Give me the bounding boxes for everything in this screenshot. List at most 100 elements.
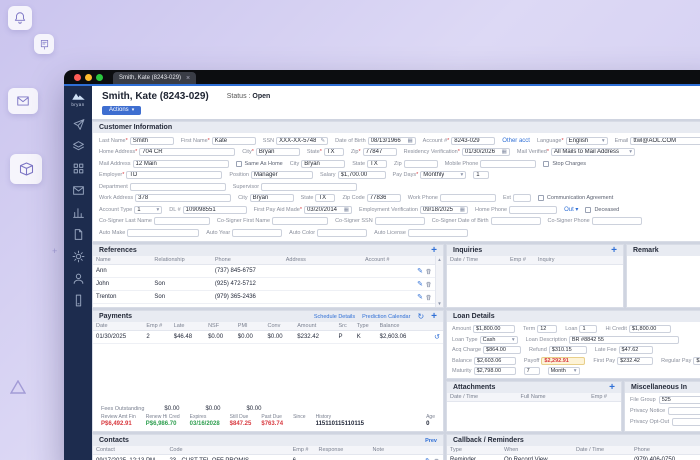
delete-icon[interactable] <box>425 268 432 275</box>
field-input-ext[interactable] <box>512 194 531 202</box>
field-input-co-signer-last-name[interactable] <box>153 217 210 225</box>
add-reference-button[interactable]: + <box>431 245 437 255</box>
chart-icon[interactable] <box>72 206 85 219</box>
field-input-pay-days[interactable]: Monthly ▾ <box>420 171 467 179</box>
field-input-account-type[interactable]: 1 ▾ <box>134 205 163 214</box>
field-input-employer[interactable]: TD <box>126 171 223 179</box>
field-input-auto-year[interactable] <box>232 228 283 237</box>
table-row[interactable]: Trenton Son (979) 365-2436 ✎ <box>93 290 435 304</box>
caret-icon[interactable]: ▾ <box>602 138 605 144</box>
field-input-co-signer-ssn[interactable] <box>374 217 425 225</box>
schedule-details-link[interactable]: Schedule Details <box>314 314 355 320</box>
loan-field-value-balance[interactable]: $2,603.06 <box>473 356 516 365</box>
table-row[interactable]: 09/17/2025, 12:13 PM23 - CUST TEL OFF PR… <box>93 454 443 460</box>
field-input-zip-code[interactable]: 77836 <box>366 194 401 202</box>
misc-field-value[interactable]: 525 <box>658 396 700 404</box>
caret-icon[interactable]: ▾ <box>460 172 463 178</box>
field-input-first-name[interactable]: Kate <box>211 136 256 145</box>
field-input-mail-address[interactable]: 12 Main <box>132 159 229 168</box>
field-input-city[interactable]: Bryan <box>255 148 300 156</box>
calendar-icon[interactable]: ▦ <box>344 207 349 213</box>
field-input-auto-color[interactable] <box>317 228 368 237</box>
checkbox-deceased[interactable]: Deceased <box>585 206 619 213</box>
field-input-home-address[interactable]: 704 CR <box>139 148 236 156</box>
field-input-co-signer-first-name[interactable] <box>272 217 329 225</box>
add-payment-button[interactable]: + <box>431 311 437 321</box>
tab-close-icon[interactable]: × <box>186 75 190 82</box>
field-input-position[interactable]: Manager <box>250 171 313 179</box>
field-input-salary[interactable]: $1,700.00 <box>337 171 386 179</box>
field-input-department[interactable] <box>129 182 226 191</box>
scroll-up-icon[interactable]: ▲ <box>437 257 441 262</box>
user-icon[interactable] <box>72 272 85 285</box>
loan-field-value-7[interactable]: 7 <box>523 367 540 375</box>
loan-field-value-acq-charge[interactable]: $864.00 <box>483 346 522 354</box>
field-input-city[interactable]: Bryan <box>249 194 294 202</box>
field-input-auto-license[interactable] <box>407 228 468 237</box>
caret-icon[interactable]: ▾ <box>156 207 159 213</box>
checkbox-stop-charges[interactable]: Stop Charges <box>543 160 586 167</box>
send-icon[interactable] <box>72 118 85 131</box>
field-input-ssn[interactable]: XXX-XX-5748 ✎ <box>276 136 329 145</box>
loan-field-value-first-pay[interactable]: $232.42 <box>617 356 654 365</box>
mobile-icon[interactable] <box>72 294 85 307</box>
field-input-mail-verified[interactable]: All Mails to Mail Address ▾ <box>550 148 635 156</box>
document-icon[interactable] <box>72 228 85 241</box>
field-input-date-of-birth[interactable]: 08/13/1966 ▦ <box>367 136 416 145</box>
link-other-acct[interactable]: Other acct <box>502 138 530 144</box>
prediction-calendar-link[interactable]: Prediction Calendar <box>362 314 410 320</box>
field-input-zip[interactable]: 77847 <box>362 148 397 156</box>
edit-icon[interactable]: ✎ <box>417 268 423 275</box>
field-input-work-phone[interactable] <box>439 194 496 202</box>
field-input-account[interactable]: 8243-029 <box>451 136 496 145</box>
field-input-mobile-phone[interactable] <box>480 159 537 168</box>
caret-icon[interactable]: ▾ <box>512 337 515 343</box>
checkbox-communication-agreement[interactable]: Communication Agreement <box>537 195 613 201</box>
field-input-state[interactable]: TX <box>315 194 336 202</box>
minimize-window-button[interactable] <box>85 73 92 81</box>
field-input-language[interactable]: English ▾ <box>565 136 608 145</box>
actions-button[interactable]: Actions ▾ <box>102 105 142 115</box>
caret-icon[interactable]: ▾ <box>629 149 632 155</box>
field-input-supervisor[interactable] <box>261 182 358 191</box>
edit-icon[interactable]: ✎ <box>417 294 423 301</box>
delete-icon[interactable] <box>425 281 432 288</box>
caret-icon[interactable]: ▾ <box>574 368 577 374</box>
loan-field-value-hi-credit[interactable]: $1,800.00 <box>628 325 671 333</box>
field-input-dl[interactable]: 109098551 <box>182 205 247 214</box>
field-input-email[interactable]: ttwl@AOL.COM <box>630 136 700 145</box>
field-input-auto-make[interactable] <box>127 228 200 237</box>
field-input-city[interactable]: Bryan <box>301 159 346 168</box>
edit-icon[interactable]: ✎ <box>417 281 423 288</box>
field-input-work-address[interactable]: 378 <box>135 194 232 202</box>
prev-link[interactable]: Prev <box>425 438 437 444</box>
delete-icon[interactable] <box>425 294 432 301</box>
scrollbar[interactable]: ▲ ▼ <box>435 256 443 307</box>
field-input-home-phone[interactable] <box>509 205 558 214</box>
table-row[interactable]: Ann (737) 845-6757 ✎ <box>93 264 435 278</box>
loan-field-value-loan-type[interactable]: Cash ▾ <box>479 335 518 344</box>
layers-icon[interactable] <box>72 140 85 153</box>
close-window-button[interactable] <box>74 73 81 81</box>
customer-record-tab[interactable]: Smith, Kate (8243-029) × <box>113 72 197 84</box>
gear-icon[interactable] <box>72 250 85 263</box>
field-input-employment-verification[interactable]: 09/18/2025 ▦ <box>419 205 468 214</box>
loan-field-value-loan-description[interactable]: BR #8842 55 <box>568 335 679 344</box>
remark-input[interactable] <box>627 256 700 307</box>
pencil-icon[interactable]: ✎ <box>320 138 325 144</box>
field-input-co-signer-phone[interactable] <box>591 217 642 225</box>
scroll-down-icon[interactable]: ▼ <box>437 301 441 306</box>
calendar-icon[interactable]: ▦ <box>460 207 465 213</box>
field-input-state[interactable]: TX <box>367 159 388 168</box>
calendar-icon[interactable]: ▦ <box>502 149 507 155</box>
field-input-first-pay-aid-made[interactable]: 03/20/2014 ▦ <box>303 205 352 214</box>
misc-field-value[interactable] <box>668 407 700 415</box>
loan-field-value-refund[interactable]: $310.15 <box>548 346 587 354</box>
table-row[interactable]: Reminder On Record View (979) 406-0750 <box>447 454 700 460</box>
loan-field-value-regular-pay[interactable]: $232.42 <box>693 356 700 365</box>
loan-field-value-amount[interactable]: $1,800.00 <box>472 325 515 333</box>
table-row[interactable]: 01/30/2025 2 $46.48 $0.00 $0.00 $0.00 $232.42 P… <box>93 330 443 344</box>
loan-field-value-payoff[interactable]: $2,292.91 <box>541 356 586 365</box>
field-input-residency-verification[interactable]: 01/30/2026 ▦ <box>461 148 510 156</box>
mail-icon[interactable] <box>72 184 85 197</box>
